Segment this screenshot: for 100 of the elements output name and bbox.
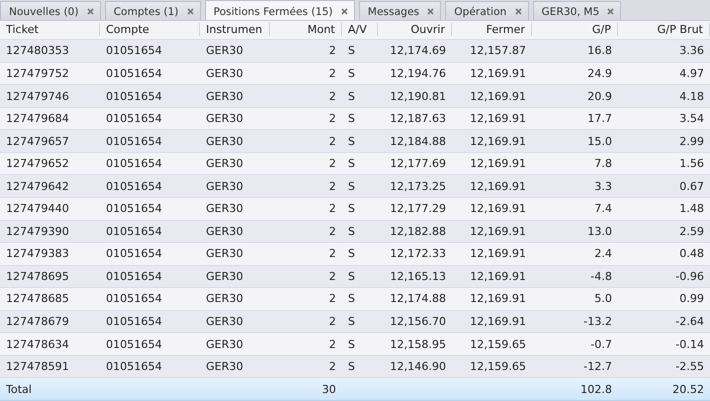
tab[interactable]: GER30, M5 bbox=[532, 1, 622, 20]
table-cell-text: GER30 bbox=[205, 44, 244, 58]
table-cell-text: S bbox=[347, 270, 356, 283]
table-cell-text: 01051654 bbox=[105, 44, 163, 58]
column-header[interactable]: Fermer bbox=[452, 23, 532, 36]
table-cell-text: 12,182.88 bbox=[389, 224, 447, 238]
table-cell-text: S bbox=[347, 315, 356, 328]
table-cell-text: 12,158.95 bbox=[389, 338, 447, 351]
table-cell-text: 12,184.88 bbox=[389, 134, 447, 148]
table-cell-text: 0.99 bbox=[678, 292, 705, 306]
table-cell-text: -4.8 bbox=[590, 270, 613, 283]
tab[interactable]: Comptes (1) bbox=[104, 1, 201, 20]
table-cell-text: S bbox=[347, 338, 356, 351]
table-cell-text: 0.48 bbox=[678, 247, 705, 260]
table-cell-text: GER30 bbox=[205, 270, 244, 283]
close-icon[interactable] bbox=[607, 8, 614, 15]
close-icon[interactable] bbox=[86, 8, 94, 15]
table-cell-text: GER30 bbox=[205, 134, 244, 148]
table-cell-text: 01051654 bbox=[105, 224, 163, 238]
column-header[interactable]: G/P Brut bbox=[618, 23, 710, 36]
table-cell-text: 2 bbox=[328, 67, 337, 80]
table-cell-text: 12,174.69 bbox=[389, 44, 447, 58]
table-cell-text: 15.0 bbox=[586, 134, 613, 148]
table-cell-text: 2 bbox=[328, 360, 337, 374]
table-cell-text: -12.7 bbox=[582, 360, 613, 374]
table-cell-text: GER30 bbox=[205, 292, 244, 306]
close-icon[interactable] bbox=[186, 8, 194, 15]
table-cell-text: 12,194.76 bbox=[389, 67, 447, 80]
table-cell-text: 127479652 bbox=[5, 157, 70, 170]
table-cell-text: 2 bbox=[328, 292, 337, 306]
table-cell-text: 12,159.65 bbox=[469, 360, 527, 374]
total-cell-text: Total bbox=[5, 382, 33, 396]
table-cell-text: 12,169.91 bbox=[469, 270, 527, 283]
table-cell-text: 12,169.91 bbox=[469, 112, 527, 126]
table-cell-text: 0.67 bbox=[678, 180, 705, 193]
column-header[interactable]: Ouvrir bbox=[378, 23, 452, 36]
column-header[interactable]: A/V bbox=[342, 23, 378, 36]
table-cell-text: 1.48 bbox=[678, 202, 705, 216]
table-cell-text: 3.54 bbox=[678, 112, 705, 126]
table-cell-text: 127479440 bbox=[5, 202, 70, 216]
table-cell-text: 12,169.91 bbox=[469, 292, 527, 306]
table-cell-text: 127478695 bbox=[5, 270, 70, 283]
table-cell-text: 7.4 bbox=[594, 202, 613, 216]
close-icon[interactable] bbox=[427, 8, 434, 15]
table-cell-text: 2 bbox=[328, 90, 337, 103]
table-cell-text: -13.2 bbox=[582, 315, 613, 328]
table-cell-text: 12,157.87 bbox=[469, 44, 527, 58]
table-cell-text: 127478634 bbox=[5, 338, 70, 351]
table-cell-text: 127479684 bbox=[5, 112, 70, 126]
table-cell-text: 12,177.69 bbox=[389, 157, 447, 170]
table-cell-text: GER30 bbox=[205, 112, 244, 126]
table-cell-text: 2 bbox=[328, 112, 337, 126]
table-cell-text: -0.7 bbox=[590, 338, 613, 351]
table-cell-text: 2 bbox=[328, 157, 337, 170]
table-cell-text: 5.0 bbox=[594, 292, 613, 306]
column-header[interactable]: Ticket bbox=[0, 23, 100, 36]
tab[interactable]: Opération bbox=[445, 1, 529, 20]
table-cell-text: 01051654 bbox=[105, 315, 163, 328]
table-cell-text: 12,177.29 bbox=[389, 202, 447, 216]
table-cell-text: 12,169.91 bbox=[469, 224, 527, 238]
table-cell-text: 127478591 bbox=[5, 360, 70, 374]
table-cell-text: 12,159.65 bbox=[469, 338, 527, 351]
table-cell-text: 1.56 bbox=[678, 157, 705, 170]
table-cell-text: -2.64 bbox=[674, 315, 705, 328]
table-cell-text: 12,169.91 bbox=[469, 202, 527, 216]
table-cell-text: 16.8 bbox=[586, 44, 613, 58]
table-cell-text: 12,169.91 bbox=[469, 157, 527, 170]
table-cell-text: S bbox=[347, 67, 356, 80]
table-cell-text: 12,169.91 bbox=[469, 134, 527, 148]
table-cell-text: S bbox=[347, 180, 356, 193]
table-cell-text: 13.0 bbox=[586, 224, 613, 238]
table-cell-text: 01051654 bbox=[105, 157, 163, 170]
table-cell-text: 4.97 bbox=[678, 67, 705, 80]
table-cell-text: 3.3 bbox=[594, 180, 613, 193]
table-cell-text: 01051654 bbox=[105, 360, 163, 374]
close-icon[interactable] bbox=[514, 8, 522, 15]
tab[interactable]: Positions Fermées (15) bbox=[204, 0, 355, 20]
column-header[interactable]: Mont bbox=[270, 23, 342, 36]
table-cell-text: 12,187.63 bbox=[389, 112, 447, 126]
table-cell-text: 127478685 bbox=[5, 292, 70, 306]
column-header[interactable]: Compte bbox=[100, 23, 200, 36]
table-cell-text: 127478679 bbox=[5, 315, 70, 328]
table-cell-text: 2 bbox=[328, 247, 337, 260]
table-cell-text: 12,165.13 bbox=[389, 270, 447, 283]
tab[interactable]: Nouvelles (0) bbox=[0, 1, 101, 20]
table-cell-text: 127480353 bbox=[5, 44, 70, 58]
table-cell-text: GER30 bbox=[205, 202, 244, 216]
table-cell-text: 2 bbox=[328, 315, 337, 328]
column-header[interactable]: G/P bbox=[532, 23, 618, 36]
table-cell-text: 12,190.81 bbox=[389, 90, 447, 103]
table-cell-text: 12,172.33 bbox=[389, 247, 447, 260]
table-cell-text: 127479383 bbox=[5, 247, 70, 260]
tab[interactable]: Messages bbox=[358, 1, 442, 20]
close-icon[interactable] bbox=[340, 8, 348, 15]
table-cell-text: 12,169.91 bbox=[469, 180, 527, 193]
table-cell-text: -0.14 bbox=[674, 338, 705, 351]
column-header[interactable]: Instrumen bbox=[200, 23, 270, 36]
table-cell-text: GER30 bbox=[205, 90, 244, 103]
table-cell-text: 4.18 bbox=[678, 90, 705, 103]
table-cell-text: 12,169.91 bbox=[469, 315, 527, 328]
